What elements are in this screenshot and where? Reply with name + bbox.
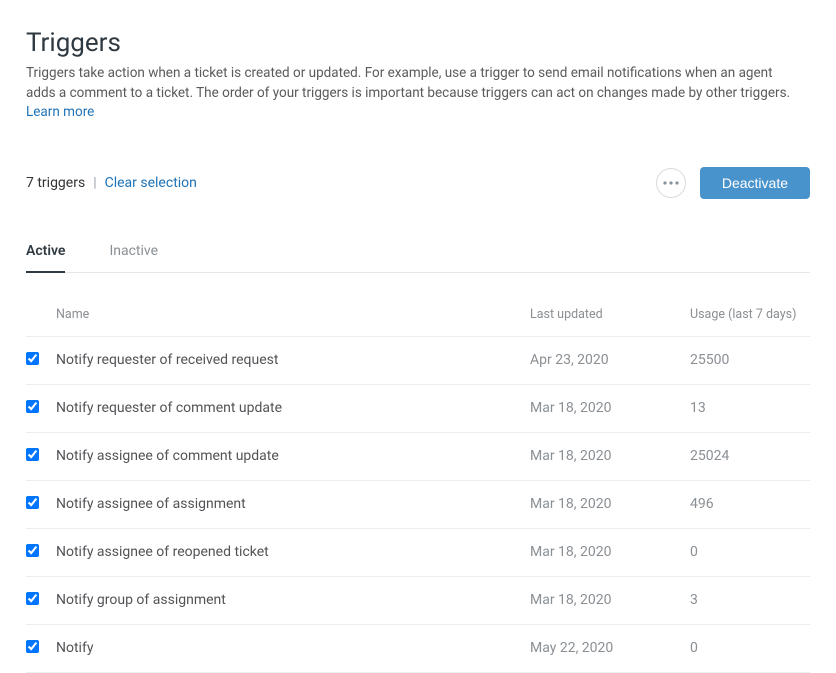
table-row[interactable]: Notify assignee of comment updateMar 18,… [26,433,810,481]
table-header: Name Last updated Usage (last 7 days) [26,293,810,337]
row-usage: 0 [690,544,810,560]
row-updated: Mar 18, 2020 [530,592,690,608]
table-row[interactable]: Notify group of assignmentMar 18, 20203 [26,577,810,625]
row-name: Notify group of assignment [56,592,530,608]
ellipsis-icon [663,181,679,185]
col-usage-header: Usage (last 7 days) [690,307,810,322]
row-updated: Mar 18, 2020 [530,400,690,416]
row-checkbox[interactable] [26,352,39,365]
row-name: Notify [56,640,530,656]
row-checkbox-cell [26,448,56,465]
row-usage: 496 [690,496,810,512]
tab-inactive[interactable]: Inactive [109,243,158,272]
page-title: Triggers [26,28,810,58]
row-checkbox-cell [26,640,56,657]
row-checkbox[interactable] [26,448,39,461]
row-checkbox[interactable] [26,640,39,653]
row-name: Notify assignee of comment update [56,448,530,464]
row-name: Notify assignee of assignment [56,496,530,512]
col-name-header: Name [56,307,530,322]
row-checkbox-cell [26,352,56,369]
row-checkbox-cell [26,496,56,513]
row-updated: Mar 18, 2020 [530,496,690,512]
table-row[interactable]: Notify requester of comment updateMar 18… [26,385,810,433]
row-checkbox-cell [26,592,56,609]
trigger-count: 7 triggers [26,175,85,191]
row-usage: 3 [690,592,810,608]
row-updated: Apr 23, 2020 [530,352,690,368]
row-name: Notify assignee of reopened ticket [56,544,530,560]
page-description: Triggers take action when a ticket is cr… [26,64,796,123]
row-updated: Mar 18, 2020 [530,448,690,464]
deactivate-button[interactable]: Deactivate [700,167,810,199]
row-updated: Mar 18, 2020 [530,544,690,560]
separator: | [93,175,96,191]
row-usage: 0 [690,640,810,656]
row-updated: May 22, 2020 [530,640,690,656]
description-text: Triggers take action when a ticket is cr… [26,65,790,101]
row-checkbox-cell [26,544,56,561]
learn-more-link[interactable]: Learn more [26,104,94,120]
row-usage: 13 [690,400,810,416]
row-name: Notify requester of comment update [56,400,530,416]
col-updated-header: Last updated [530,307,690,322]
tabs: Active Inactive [26,243,810,273]
triggers-table: Name Last updated Usage (last 7 days) No… [26,293,810,673]
row-checkbox[interactable] [26,592,39,605]
row-name: Notify requester of received request [56,352,530,368]
tab-active[interactable]: Active [26,243,65,273]
row-checkbox[interactable] [26,544,39,557]
table-row[interactable]: NotifyMay 22, 20200 [26,625,810,673]
row-checkbox[interactable] [26,496,39,509]
table-row[interactable]: Notify assignee of assignmentMar 18, 202… [26,481,810,529]
row-usage: 25024 [690,448,810,464]
table-row[interactable]: Notify assignee of reopened ticketMar 18… [26,529,810,577]
table-row[interactable]: Notify requester of received requestApr … [26,337,810,385]
more-actions-button[interactable] [656,168,686,198]
row-checkbox-cell [26,400,56,417]
row-checkbox[interactable] [26,400,39,413]
row-usage: 25500 [690,352,810,368]
toolbar: 7 triggers | Clear selection Deactivate [26,167,810,199]
clear-selection-link[interactable]: Clear selection [105,175,197,191]
